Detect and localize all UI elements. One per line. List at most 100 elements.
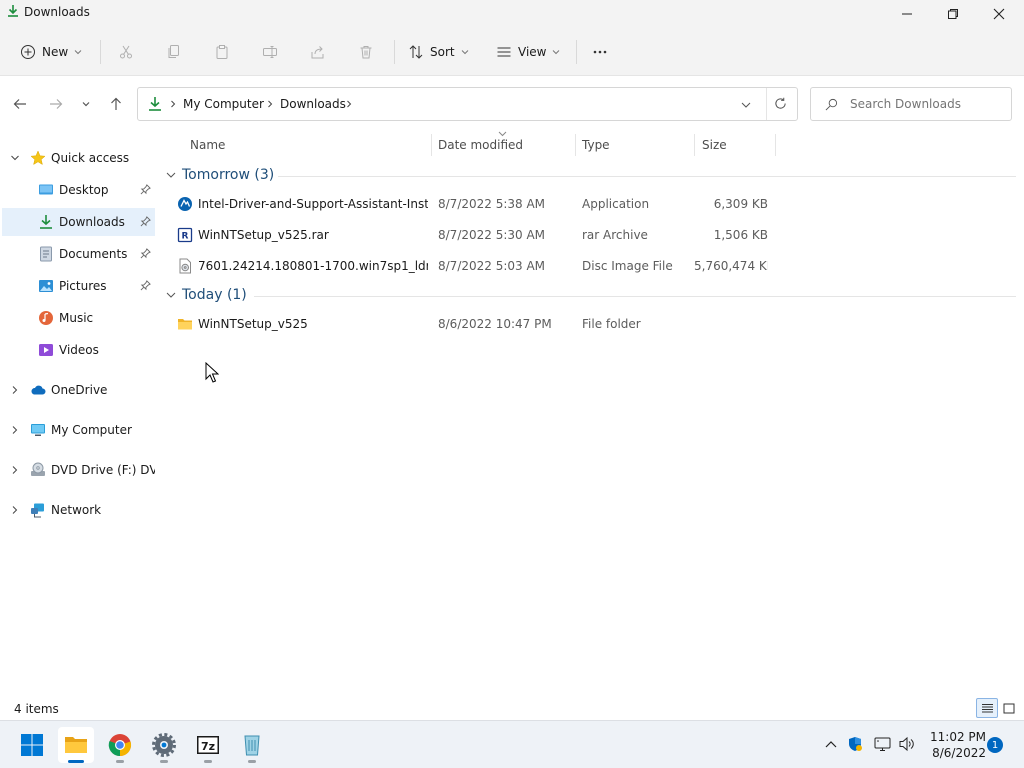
nav-item-downloads[interactable]: Downloads xyxy=(2,208,155,236)
chevron-right-icon xyxy=(171,100,176,108)
nav-quick-access[interactable]: Quick access xyxy=(2,144,155,172)
start-button[interactable] xyxy=(14,727,50,763)
nav-item-videos[interactable]: Videos xyxy=(2,336,155,364)
chevron-right-icon[interactable] xyxy=(10,385,20,395)
pin-icon[interactable] xyxy=(140,248,151,259)
file-name: Intel-Driver-and-Support-Assistant-Insta… xyxy=(198,197,428,211)
monitor-network-icon xyxy=(874,737,890,751)
close-icon xyxy=(993,8,1005,20)
tray-network[interactable] xyxy=(873,735,891,753)
search-box[interactable] xyxy=(810,87,1012,121)
nav-item-music[interactable]: Music xyxy=(2,304,155,332)
chevron-right-icon[interactable] xyxy=(10,465,20,475)
file-date: 8/7/2022 5:30 AM xyxy=(438,228,546,242)
group-header-tomorrow[interactable]: Tomorrow (3) xyxy=(166,164,274,186)
command-bar: New Sort View xyxy=(0,28,1024,76)
file-name: WinNTSetup_v525.rar xyxy=(198,228,329,242)
up-button[interactable] xyxy=(106,94,126,114)
running-indicator xyxy=(204,760,212,763)
chevron-down-icon[interactable] xyxy=(740,99,752,111)
taskbar-recycle[interactable] xyxy=(234,727,270,763)
sort-button[interactable]: Sort xyxy=(402,38,475,66)
tiles-view-button[interactable] xyxy=(998,698,1020,718)
column-header-type[interactable]: Type xyxy=(582,134,692,156)
breadcrumb-downloads[interactable]: Downloads xyxy=(280,97,346,111)
chevron-right-icon[interactable] xyxy=(10,425,20,435)
file-row[interactable]: WinNTSetup_v525 8/6/2022 10:47 PM File f… xyxy=(174,310,774,338)
sort-icon xyxy=(409,45,423,59)
tray-overflow-button[interactable] xyxy=(822,735,840,753)
nav-item-label: Videos xyxy=(59,343,99,357)
pin-icon[interactable] xyxy=(140,280,151,291)
tiles-view-icon xyxy=(1003,703,1015,713)
forward-button[interactable] xyxy=(46,94,66,114)
group-header-today[interactable]: Today (1) xyxy=(166,284,247,306)
svg-text:R: R xyxy=(182,232,189,242)
copy-button[interactable] xyxy=(160,38,188,66)
column-divider[interactable] xyxy=(575,134,576,156)
start-icon xyxy=(21,734,43,756)
file-row[interactable]: R WinNTSetup_v525.rar 8/7/2022 5:30 AM r… xyxy=(174,221,774,249)
rename-button[interactable] xyxy=(256,38,284,66)
column-header-name[interactable]: Name xyxy=(190,134,430,156)
nav-item-label: Downloads xyxy=(59,215,125,229)
nav-item-documents[interactable]: Documents xyxy=(2,240,155,268)
tray-volume[interactable] xyxy=(897,735,915,753)
refresh-icon[interactable] xyxy=(774,97,787,110)
chevron-down-icon[interactable] xyxy=(10,153,20,163)
active-indicator xyxy=(68,760,84,763)
file-type: rar Archive xyxy=(582,228,648,242)
nav-network[interactable]: Network xyxy=(2,496,155,524)
paste-button[interactable] xyxy=(208,38,236,66)
music-icon xyxy=(39,311,53,325)
cut-button[interactable] xyxy=(112,38,140,66)
arrow-left-icon xyxy=(13,99,26,109)
address-bar[interactable]: My Computer Downloads xyxy=(137,87,798,121)
delete-button[interactable] xyxy=(352,38,380,66)
pin-icon[interactable] xyxy=(140,184,151,195)
taskbar-7zip[interactable]: 7z xyxy=(190,727,226,763)
file-type: Disc Image File xyxy=(582,259,673,273)
toolbar-divider xyxy=(576,40,577,64)
file-row[interactable]: Intel-Driver-and-Support-Assistant-Insta… xyxy=(174,190,774,218)
chevron-right-icon xyxy=(347,100,352,108)
minimize-button[interactable] xyxy=(884,0,930,28)
cloud-icon xyxy=(31,385,46,395)
column-divider[interactable] xyxy=(431,134,432,156)
nav-item-desktop[interactable]: Desktop xyxy=(2,176,155,204)
column-header-date[interactable]: Date modified xyxy=(438,134,574,156)
search-input[interactable] xyxy=(850,97,1000,111)
share-button[interactable] xyxy=(304,38,332,66)
new-button[interactable]: New xyxy=(14,38,88,66)
notification-badge[interactable]: 1 xyxy=(987,737,1003,753)
column-header-label: Type xyxy=(582,138,610,152)
details-view-button[interactable] xyxy=(976,698,998,718)
close-button[interactable] xyxy=(976,0,1022,28)
clock[interactable]: 11:02 PM 8/6/2022 xyxy=(928,729,986,761)
nav-my-computer[interactable]: My Computer xyxy=(2,416,155,444)
dvd-drive-icon xyxy=(31,462,45,476)
back-button[interactable] xyxy=(10,94,30,114)
file-row[interactable]: 7601.24214.180801-1700.win7sp1_ldr_escr.… xyxy=(174,252,774,280)
nav-item-label: Pictures xyxy=(59,279,107,293)
nav-dvd-drive[interactable]: DVD Drive (F:) DVD_ xyxy=(2,456,155,484)
taskbar-chrome[interactable] xyxy=(102,727,138,763)
pin-icon[interactable] xyxy=(140,216,151,227)
column-divider[interactable] xyxy=(694,134,695,156)
running-indicator xyxy=(116,760,124,763)
taskbar-file-explorer[interactable] xyxy=(58,727,94,763)
chevron-right-icon[interactable] xyxy=(10,505,20,515)
restore-button[interactable] xyxy=(930,0,976,28)
view-button[interactable]: View xyxy=(490,38,566,66)
item-count: 4 items xyxy=(14,702,59,716)
column-header-size[interactable]: Size xyxy=(702,134,772,156)
nav-item-pictures[interactable]: Pictures xyxy=(2,272,155,300)
more-options-button[interactable] xyxy=(586,38,614,66)
taskbar-settings[interactable] xyxy=(146,727,182,763)
recent-locations-button[interactable] xyxy=(76,94,96,114)
nav-onedrive[interactable]: OneDrive xyxy=(2,376,155,404)
breadcrumb-my-computer[interactable]: My Computer xyxy=(183,97,264,111)
column-divider[interactable] xyxy=(775,134,776,156)
tray-security[interactable] xyxy=(846,735,864,753)
chevron-up-icon xyxy=(825,741,837,748)
